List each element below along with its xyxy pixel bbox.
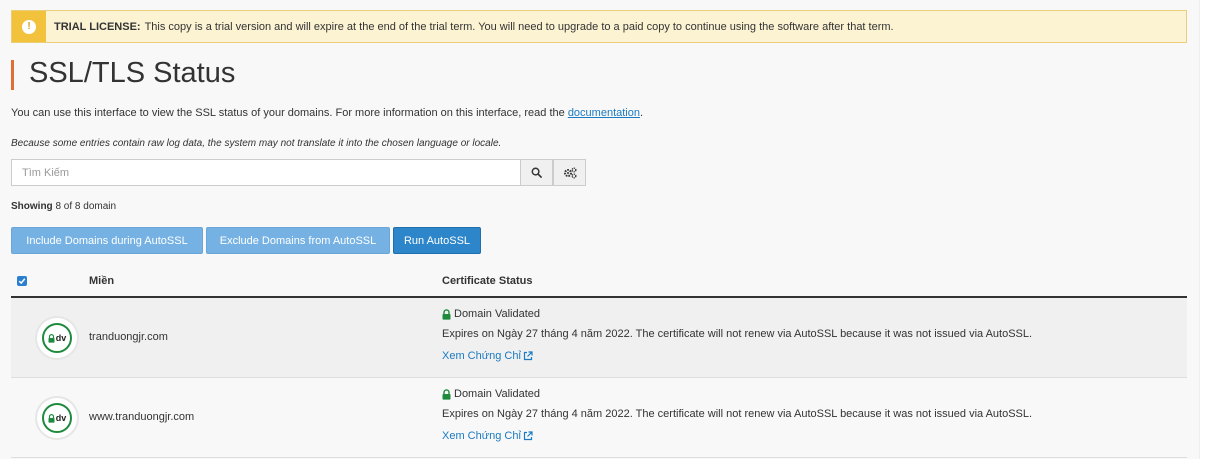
table-header: Miền Certificate Status xyxy=(11,268,1187,298)
include-domains-button[interactable]: Include Domains during AutoSSL xyxy=(11,227,203,254)
warning-icon-box: ! xyxy=(12,11,46,42)
trial-label: TRIAL LICENSE: xyxy=(54,20,141,33)
view-certificate-link[interactable]: Xem Chứng Chỉ xyxy=(442,430,533,442)
title-accent-bar xyxy=(11,60,14,90)
view-certificate-link[interactable]: Xem Chứng Chỉ xyxy=(442,350,533,362)
external-link-icon xyxy=(523,351,533,361)
lock-icon xyxy=(442,388,451,400)
lock-icon xyxy=(48,413,55,423)
showing-text: 8 of 8 domain xyxy=(55,201,117,212)
status-text: Domain Validated xyxy=(454,388,541,400)
dv-label: dv xyxy=(55,413,67,423)
exclamation-icon: ! xyxy=(22,19,36,34)
dv-badge-inner: dv xyxy=(42,323,72,353)
expiration-text: Expires on Ngày 27 tháng 4 năm 2022. The… xyxy=(442,408,1033,420)
lock-icon xyxy=(442,308,451,320)
domain-name: www.tranduongjr.com xyxy=(89,411,195,423)
external-link-icon xyxy=(523,431,533,441)
dv-badge: dv xyxy=(37,398,77,438)
certificate-status: Domain Validated xyxy=(442,388,540,400)
run-autossl-button[interactable]: Run AutoSSL xyxy=(393,227,481,254)
certificate-status: Domain Validated xyxy=(442,308,540,320)
view-certificate-label[interactable]: Xem Chứng Chỉ xyxy=(442,350,521,362)
table-row: dv tranduongjr.com Domain Validated Expi… xyxy=(11,298,1187,378)
description-text: You can use this interface to view the S… xyxy=(11,107,568,119)
documentation-link[interactable]: documentation xyxy=(568,107,640,119)
search-button[interactable] xyxy=(520,159,553,186)
exclude-domains-button[interactable]: Exclude Domains from AutoSSL xyxy=(206,227,390,254)
showing-count: Showing 8 of 8 domain xyxy=(11,201,116,212)
search-input[interactable] xyxy=(11,159,521,186)
trial-message: TRIAL LICENSE: This copy is a trial vers… xyxy=(46,11,894,42)
description-end: . xyxy=(639,107,644,119)
showing-label: Showing xyxy=(11,201,53,212)
status-text: Domain Validated xyxy=(454,308,541,320)
trial-text: This copy is a trial version and will ex… xyxy=(144,20,894,33)
dv-label: dv xyxy=(55,333,67,343)
page-title: SSL/TLS Status xyxy=(29,57,236,89)
settings-button[interactable] xyxy=(553,159,586,186)
page-description: You can use this interface to view the S… xyxy=(11,107,643,119)
dv-badge: dv xyxy=(37,318,77,358)
lock-icon xyxy=(48,333,55,343)
select-all-checkbox[interactable] xyxy=(17,276,27,286)
column-header-domain[interactable]: Miền xyxy=(89,275,114,287)
translation-note: Because some entries contain raw log dat… xyxy=(11,138,502,149)
column-header-status[interactable]: Certificate Status xyxy=(442,275,532,287)
view-certificate-label[interactable]: Xem Chứng Chỉ xyxy=(442,430,521,442)
page-scrollbar[interactable] xyxy=(1199,0,1211,459)
domain-name: tranduongjr.com xyxy=(89,331,168,343)
dv-badge-inner: dv xyxy=(42,403,72,433)
table-row: dv www.tranduongjr.com Domain Validated … xyxy=(11,378,1187,458)
expiration-text: Expires on Ngày 27 tháng 4 năm 2022. The… xyxy=(442,328,1033,340)
search-icon xyxy=(531,167,542,178)
checkmark-icon xyxy=(18,278,26,285)
trial-license-banner: ! TRIAL LICENSE: This copy is a trial ve… xyxy=(11,10,1187,43)
gears-icon xyxy=(563,167,576,178)
